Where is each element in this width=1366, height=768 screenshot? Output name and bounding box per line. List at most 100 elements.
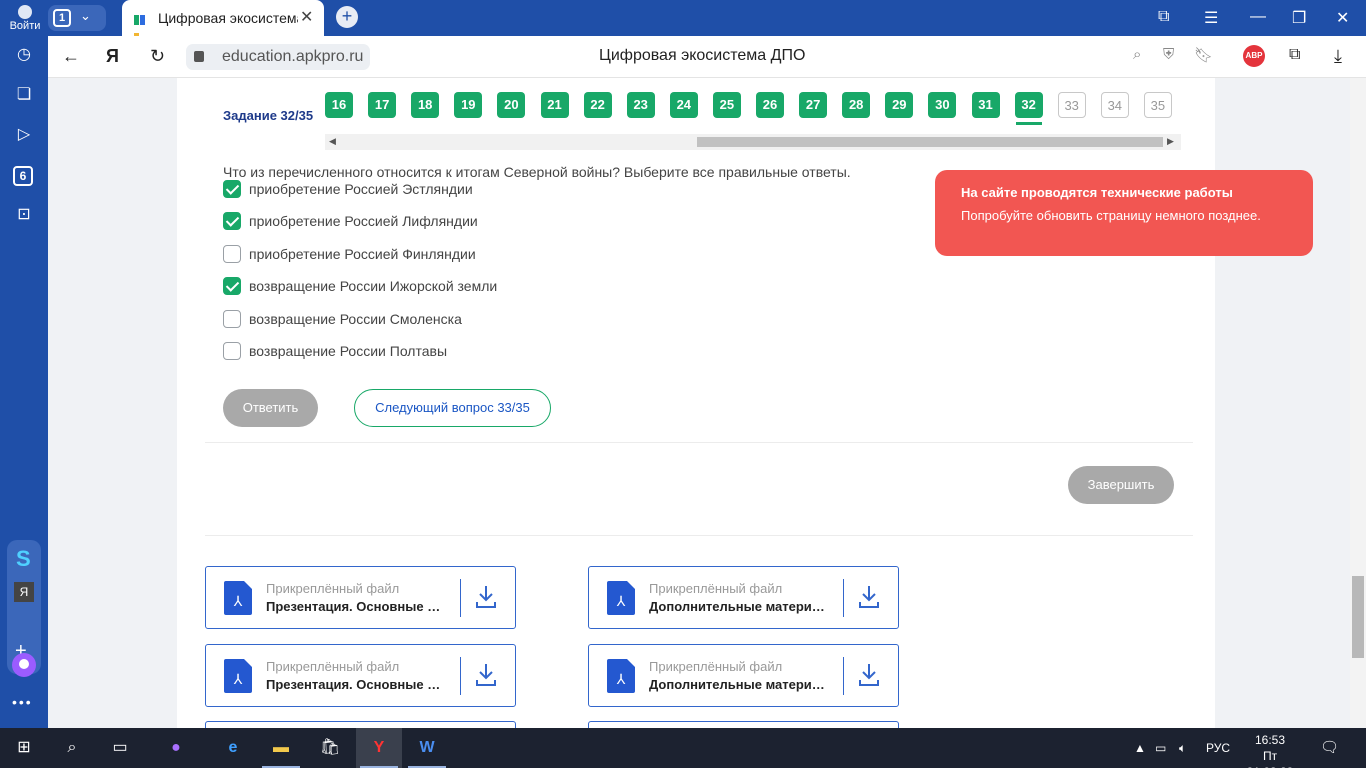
url-text: education.apkpro.ru: [222, 48, 364, 65]
browser-tab-active[interactable]: Цифровая экосистема ДПО ✕: [122, 0, 324, 43]
attached-file-card[interactable]: ⅄ Прикреплённый файл Дополнительные матери…: [588, 644, 899, 707]
video-play-icon[interactable]: ▷: [13, 124, 35, 146]
download-icon[interactable]: [474, 662, 498, 688]
yandex-browser-app[interactable]: Y: [356, 728, 402, 768]
divider: [205, 442, 1193, 443]
scrollbar-thumb[interactable]: [697, 137, 1163, 147]
sidebar-counter-badge[interactable]: 6: [13, 166, 33, 186]
protect-icon[interactable]: ⛨: [1163, 46, 1174, 63]
question-number-26[interactable]: 26: [756, 92, 784, 118]
minimize-icon[interactable]: —: [1250, 8, 1266, 26]
pdf-file-icon: ⅄: [607, 659, 635, 693]
notifications-icon[interactable]: 🗨︎: [1320, 738, 1339, 756]
question-number-31[interactable]: 31: [971, 92, 1000, 118]
s-app-icon[interactable]: S: [16, 546, 31, 572]
question-number-25[interactable]: 25: [712, 92, 741, 118]
question-number-32[interactable]: 32: [1014, 92, 1043, 118]
yandex-app-icon[interactable]: Я: [14, 582, 34, 602]
attached-file-card[interactable]: ⅄ Прикреплённый файл Презентация. Основные…: [205, 566, 516, 629]
answer-button[interactable]: Ответить: [223, 389, 318, 427]
answer-checkbox[interactable]: [223, 180, 241, 198]
attached-file-card[interactable]: ⅄ Прикреплённый файл Презентация. Основные…: [205, 644, 516, 707]
more-icon[interactable]: •••: [12, 694, 33, 710]
tabs-counter-button[interactable]: 1 ⌄: [48, 5, 106, 31]
back-icon[interactable]: ←: [62, 46, 80, 67]
question-number-17[interactable]: 17: [368, 92, 397, 118]
edge-icon[interactable]: e: [221, 736, 245, 760]
search-icon[interactable]: ⌕: [1133, 46, 1141, 63]
tab-manager-icon[interactable]: ⧉: [1158, 8, 1169, 26]
question-number-strip: 16 17 18 19 20 21 22 23 24 25 26 27 28 29 30 31 32 33 34 35: [325, 90, 1187, 126]
page-scrollbar[interactable]: [1350, 78, 1366, 728]
question-number-24[interactable]: 24: [669, 92, 698, 118]
question-number-30[interactable]: 30: [928, 92, 957, 118]
store-icon[interactable]: 🛍︎: [318, 736, 342, 760]
question-number-35[interactable]: 35: [1143, 92, 1172, 118]
question-number-23[interactable]: 23: [626, 92, 655, 118]
adblock-icon[interactable]: ABP: [1243, 45, 1265, 67]
new-tab-button[interactable]: +: [336, 6, 358, 28]
volume-icon[interactable]: 🔈︎: [1179, 741, 1186, 756]
scroll-right-icon[interactable]: ▶: [1167, 136, 1174, 147]
folder-icon: ▬: [273, 739, 289, 756]
answer-option-label: возвращение России Ижорской земли: [249, 278, 498, 295]
restore-icon[interactable]: ❐: [1292, 8, 1306, 28]
question-number-27[interactable]: 27: [799, 92, 828, 118]
attached-file-card[interactable]: ⅄ Прикреплённый файл Дополнительные матери…: [588, 566, 899, 629]
question-number-29[interactable]: 29: [885, 92, 914, 118]
alice-icon[interactable]: [12, 653, 36, 677]
question-number-28[interactable]: 28: [842, 92, 871, 118]
finish-button[interactable]: Завершить: [1068, 466, 1174, 504]
clock[interactable]: 16:53 Пт 31.03.23: [1240, 732, 1300, 768]
question-number-22[interactable]: 22: [583, 92, 612, 118]
answer-checkbox[interactable]: [223, 342, 241, 360]
question-number-21[interactable]: 21: [540, 92, 569, 118]
next-question-button[interactable]: Следующий вопрос 33/35: [354, 389, 551, 427]
history-icon[interactable]: ◷: [13, 44, 35, 66]
collections-icon[interactable]: ❏: [13, 84, 35, 106]
answer-checkbox[interactable]: [223, 309, 241, 328]
yandex-home-icon[interactable]: Я: [106, 46, 119, 67]
file-card-separator: [460, 579, 461, 617]
word-app[interactable]: W: [404, 728, 450, 768]
question-number-20[interactable]: 20: [497, 92, 526, 118]
scroll-left-icon[interactable]: ◀: [329, 136, 336, 147]
download-icon[interactable]: ⤓: [1334, 46, 1342, 67]
file-explorer-app[interactable]: ▬: [258, 728, 304, 768]
browser-tab-bar: Войти 1 ⌄ Цифровая экосистема ДПО ✕ + ⧉ …: [0, 0, 1366, 43]
task-view-icon[interactable]: ▭: [108, 736, 132, 760]
extensions-icon[interactable]: ⧉: [1289, 46, 1300, 64]
question-strip-scrollbar[interactable]: ◀ ▶: [325, 134, 1181, 150]
answer-checkbox[interactable]: [223, 212, 241, 231]
bookmark-icon[interactable]: 🔖︎: [1194, 46, 1213, 64]
network-icon[interactable]: ▭: [1155, 741, 1166, 755]
question-number-18[interactable]: 18: [411, 92, 440, 118]
login-button[interactable]: Войти: [6, 3, 44, 33]
close-tab-icon[interactable]: ✕: [300, 7, 313, 27]
search-icon[interactable]: ⌕: [60, 736, 84, 760]
question-number-19[interactable]: 19: [454, 92, 483, 118]
download-icon[interactable]: [857, 584, 881, 610]
show-hidden-icons[interactable]: ▲: [1134, 741, 1146, 755]
current-question-underline: [1015, 122, 1042, 125]
attached-file-card[interactable]: [205, 721, 516, 728]
screenshot-icon[interactable]: ⊡: [13, 204, 35, 226]
language-indicator[interactable]: РУС: [1206, 741, 1230, 755]
download-icon[interactable]: [857, 662, 881, 688]
answer-checkbox[interactable]: [223, 244, 241, 263]
answer-checkbox[interactable]: [223, 277, 241, 296]
alice-taskbar-icon[interactable]: ●: [164, 736, 188, 760]
attached-file-card[interactable]: [588, 721, 899, 728]
close-window-icon[interactable]: ✕: [1336, 8, 1349, 28]
url-field[interactable]: education.apkpro.ru: [186, 44, 370, 70]
answer-option-label: приобретение Россией Лифляндии: [249, 213, 478, 230]
page-scrollbar-thumb[interactable]: [1352, 576, 1364, 658]
download-icon[interactable]: [474, 584, 498, 610]
reload-icon[interactable]: ↻: [150, 46, 165, 67]
question-number-34[interactable]: 34: [1100, 92, 1129, 118]
menu-icon[interactable]: ☰: [1204, 8, 1218, 28]
question-number-33[interactable]: 33: [1057, 92, 1086, 118]
windows-start-icon[interactable]: ⊞: [12, 736, 36, 760]
question-number-16[interactable]: 16: [325, 92, 353, 118]
toast-title: На сайте проводятся технические работы: [961, 185, 1233, 200]
